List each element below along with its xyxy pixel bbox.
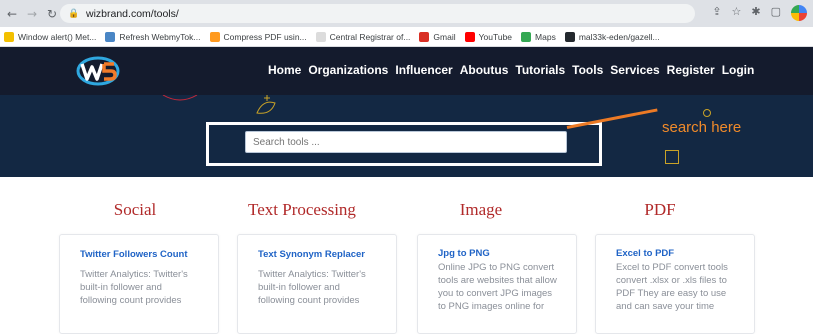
decorative-circle-icon — [703, 109, 711, 117]
decorative-arc-icon — [162, 95, 198, 101]
site-header: Home Organizations Influencer Aboutus Tu… — [0, 47, 813, 95]
bookmark-label: YouTube — [478, 31, 513, 42]
nav-tools[interactable]: Tools — [572, 63, 603, 77]
main-nav: Home Organizations Influencer Aboutus Tu… — [268, 63, 754, 77]
github-icon — [564, 31, 575, 42]
tool-card-description: Online JPG to PNG convert tools are webs… — [438, 262, 557, 312]
nav-tutorials[interactable]: Tutorials — [515, 63, 565, 77]
decorative-square-icon — [665, 150, 679, 164]
bookmark-label: Window alert() Met... — [18, 31, 97, 42]
bookmark-item[interactable]: Window alert() Met... — [4, 31, 97, 42]
bookmark-label: mal33k-eden/gazell... — [578, 31, 660, 42]
bookmark-favicon-icon — [209, 31, 220, 42]
decorative-shape-icon — [256, 95, 276, 114]
search-annotation: search here — [662, 119, 742, 136]
tool-card-description: Twitter Analytics: Twitter's built-in fo… — [80, 269, 188, 306]
side-panel-icon[interactable]: ▢ — [771, 5, 781, 21]
nav-services[interactable]: Services — [610, 63, 659, 77]
bookmark-item[interactable]: Refresh WebmyTok... — [105, 31, 201, 42]
tool-card-jpg-to-png[interactable]: Jpg to PNG Online JPG to PNG convert too… — [417, 234, 577, 334]
bookmark-item[interactable]: YouTube — [464, 31, 513, 42]
forward-arrow-icon[interactable]: → — [24, 7, 40, 21]
tool-card-title[interactable]: Excel to PDF — [616, 248, 736, 259]
bookmark-item[interactable]: mal33k-eden/gazell... — [564, 31, 660, 42]
reload-icon[interactable]: ↻ — [44, 7, 60, 21]
youtube-icon — [464, 31, 475, 42]
bookmark-favicon-icon — [4, 31, 14, 42]
tool-card-twitter-followers[interactable]: Twitter Followers Count Twitter Analytic… — [59, 234, 219, 334]
bookmark-favicon-icon — [315, 31, 326, 42]
category-title-image: Image — [459, 200, 503, 219]
bookmark-star-icon[interactable]: ☆ — [732, 5, 742, 21]
nav-influencer[interactable]: Influencer — [395, 63, 452, 77]
bookmark-favicon-icon — [105, 31, 116, 42]
maps-icon — [521, 31, 532, 42]
tool-card-title[interactable]: Twitter Followers Count — [80, 249, 200, 260]
share-icon[interactable]: ⇪ — [712, 5, 721, 21]
nav-login[interactable]: Login — [722, 63, 755, 77]
browser-toolbar: ← → ↻ 🔒 wizbrand.com/tools/ ⇪ ☆ ✱ ▢ — [0, 0, 813, 27]
extensions-icon[interactable]: ✱ — [751, 5, 760, 21]
bookmark-item[interactable]: Central Registrar of... — [315, 31, 411, 42]
bookmark-label: Refresh WebmyTok... — [119, 31, 201, 42]
nav-organizations[interactable]: Organizations — [308, 63, 388, 77]
lock-icon: 🔒 — [68, 8, 80, 19]
bookmark-label: Compress PDF usin... — [223, 31, 307, 42]
category-title-pdf: PDF — [644, 200, 676, 219]
bookmark-item[interactable]: Maps — [521, 31, 556, 42]
bookmark-label: Central Registrar of... — [329, 31, 411, 42]
bookmark-label: Maps — [535, 31, 556, 42]
profile-avatar-icon[interactable] — [791, 5, 807, 21]
back-arrow-icon[interactable]: ← — [4, 7, 20, 21]
tool-card-title[interactable]: Text Synonym Replacer — [258, 249, 378, 260]
bookmark-item[interactable]: Compress PDF usin... — [209, 31, 307, 42]
tool-card-title[interactable]: Jpg to PNG — [438, 248, 558, 259]
nav-home[interactable]: Home — [268, 63, 301, 77]
category-title-social: Social — [113, 200, 157, 219]
bookmarks-bar: Window alert() Met... Refresh WebmyTok..… — [0, 27, 813, 47]
bookmark-item[interactable]: Gmail — [419, 31, 456, 42]
nav-register[interactable]: Register — [667, 63, 715, 77]
address-bar[interactable]: 🔒 wizbrand.com/tools/ — [60, 4, 695, 23]
url-text: wizbrand.com/tools/ — [86, 7, 179, 20]
nav-aboutus[interactable]: Aboutus — [460, 63, 509, 77]
tool-card-description: Twitter Analytics: Twitter's built-in fo… — [258, 269, 366, 306]
tool-card-excel-to-pdf[interactable]: Excel to PDF Excel to PDF convert tools … — [595, 234, 755, 334]
gmail-icon — [419, 31, 430, 42]
wizbrand-logo-icon[interactable] — [76, 55, 120, 87]
tool-card-text-synonym[interactable]: Text Synonym Replacer Twitter Analytics:… — [237, 234, 397, 334]
category-title-text-processing: Text Processing — [248, 200, 356, 219]
bookmark-label: Gmail — [433, 31, 456, 42]
tool-card-description: Excel to PDF convert tools convert .xlsx… — [616, 262, 728, 312]
search-input[interactable] — [245, 131, 567, 153]
